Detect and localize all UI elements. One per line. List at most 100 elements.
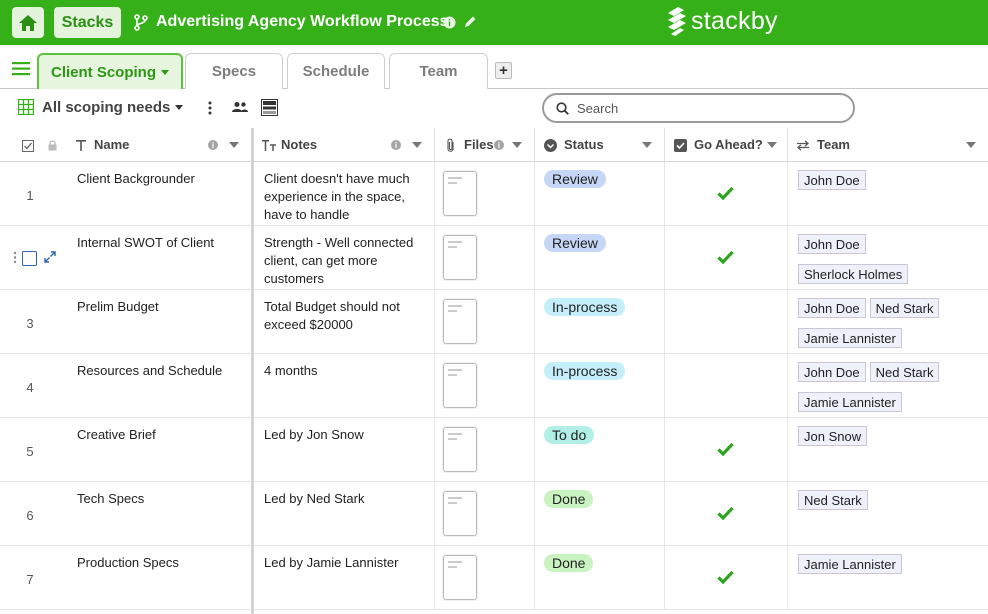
team-cell[interactable]: Ned Stark xyxy=(788,482,988,546)
files-cell[interactable] xyxy=(435,546,535,610)
file-thumbnail[interactable] xyxy=(443,235,477,280)
name-cell[interactable]: Client Backgrounder xyxy=(60,162,252,226)
add-tab-button[interactable]: + xyxy=(495,62,512,79)
view-selector[interactable]: All scoping needs xyxy=(42,99,170,116)
team-member-tag[interactable]: Jon Snow xyxy=(798,426,868,446)
team-cell[interactable]: John Doe Ned Stark Jamie Lannister xyxy=(788,354,988,418)
team-member-tag[interactable]: Jamie Lannister xyxy=(798,392,902,412)
team-cell[interactable]: Jamie Lannister xyxy=(788,546,988,610)
team-cell[interactable]: John Doe xyxy=(788,162,988,226)
frozen-column-divider[interactable] xyxy=(251,128,254,614)
team-member-tag[interactable]: John Doe xyxy=(798,298,866,318)
go-ahead-cell[interactable] xyxy=(665,418,788,482)
table-row[interactable]: Internal SWOT of Client Strength - Well c… xyxy=(0,226,988,290)
expand-row-icon[interactable] xyxy=(44,251,56,263)
info-icon[interactable]: i xyxy=(391,140,401,150)
team-member-tag[interactable]: John Doe xyxy=(798,170,866,190)
status-cell[interactable]: Review xyxy=(535,226,665,290)
notes-cell[interactable]: Led by Jamie Lannister xyxy=(254,546,435,610)
hamburger-icon[interactable] xyxy=(12,62,30,76)
row-height-icon[interactable] xyxy=(261,99,278,116)
info-icon[interactable]: i xyxy=(494,140,504,150)
name-cell[interactable]: Creative Brief xyxy=(60,418,252,482)
more-icon[interactable] xyxy=(208,101,212,115)
drag-handle-icon[interactable] xyxy=(13,251,17,264)
team-member-tag[interactable]: John Doe xyxy=(798,362,866,382)
search-input[interactable] xyxy=(577,100,837,116)
team-member-tag[interactable]: Ned Stark xyxy=(869,298,940,318)
tab-client-scoping[interactable]: Client Scoping xyxy=(37,53,183,89)
file-thumbnail[interactable] xyxy=(443,363,477,408)
people-icon[interactable] xyxy=(232,101,248,113)
chevron-down-icon[interactable] xyxy=(175,105,183,110)
table-row[interactable]: 5 Creative Brief Led by Jon Snow To do Jon S… xyxy=(0,418,988,482)
table-row[interactable]: 6 Tech Specs Led by Ned Stark Done Ned Stark xyxy=(0,482,988,546)
status-cell[interactable]: In-process xyxy=(535,354,665,418)
team-member-tag[interactable]: Jamie Lannister xyxy=(798,554,902,574)
tab-specs[interactable]: Specs xyxy=(185,53,283,89)
notes-cell[interactable]: Led by Ned Stark xyxy=(254,482,435,546)
files-cell[interactable] xyxy=(435,418,535,482)
files-cell[interactable] xyxy=(435,290,535,354)
chevron-down-icon[interactable] xyxy=(642,142,652,148)
chevron-down-icon[interactable] xyxy=(229,142,239,148)
status-cell[interactable]: Review xyxy=(535,162,665,226)
status-cell[interactable]: In-process xyxy=(535,290,665,354)
edit-icon[interactable] xyxy=(463,15,477,29)
column-header-status[interactable]: Status xyxy=(535,128,665,162)
info-icon[interactable] xyxy=(443,16,456,29)
go-ahead-cell[interactable] xyxy=(665,546,788,610)
name-cell[interactable]: Tech Specs xyxy=(60,482,252,546)
go-ahead-cell[interactable] xyxy=(665,226,788,290)
name-cell[interactable]: Prelim Budget xyxy=(60,290,252,354)
checkbox-icon[interactable] xyxy=(22,140,34,152)
table-row[interactable]: 3 Prelim Budget Total Budget should not ex… xyxy=(0,290,988,354)
row-checkbox[interactable] xyxy=(22,251,37,266)
table-row[interactable]: 7 Production Specs Led by Jamie Lannister D… xyxy=(0,546,988,610)
name-cell[interactable]: Resources and Schedule xyxy=(60,354,252,418)
team-member-tag[interactable]: Ned Stark xyxy=(798,490,868,510)
chevron-down-icon[interactable] xyxy=(966,142,976,148)
team-member-tag[interactable]: John Doe xyxy=(798,234,866,254)
status-cell[interactable]: Done xyxy=(535,482,665,546)
chevron-down-icon[interactable] xyxy=(512,142,522,148)
notes-cell[interactable]: Client doesn't have much experience in t… xyxy=(254,162,435,226)
team-cell[interactable]: John Doe Ned Stark Jamie Lannister xyxy=(788,290,988,354)
notes-cell[interactable]: Total Budget should not exceed $20000 xyxy=(254,290,435,354)
info-icon[interactable]: i xyxy=(208,140,218,150)
files-cell[interactable] xyxy=(435,354,535,418)
file-thumbnail[interactable] xyxy=(443,427,477,472)
column-header-team[interactable]: Team xyxy=(788,128,988,162)
notes-cell[interactable]: Strength - Well connected client, can ge… xyxy=(254,226,435,290)
team-member-tag[interactable]: Sherlock Holmes xyxy=(798,264,909,284)
tab-team[interactable]: Team xyxy=(389,53,488,89)
column-header-name[interactable]: Name i xyxy=(60,128,252,162)
team-member-tag[interactable]: Jamie Lannister xyxy=(798,328,902,348)
stacks-button[interactable]: Stacks xyxy=(54,7,121,38)
team-cell[interactable]: John Doe Sherlock Holmes xyxy=(788,226,988,290)
chevron-down-icon[interactable] xyxy=(767,142,777,148)
chevron-down-icon[interactable] xyxy=(412,142,422,148)
table-row[interactable]: 1 Client Backgrounder Client doesn't have … xyxy=(0,162,988,226)
notes-cell[interactable]: Led by Jon Snow xyxy=(254,418,435,482)
files-cell[interactable] xyxy=(435,482,535,546)
name-cell[interactable]: Production Specs xyxy=(60,546,252,610)
go-ahead-cell[interactable] xyxy=(665,354,788,418)
file-thumbnail[interactable] xyxy=(443,299,477,344)
team-cell[interactable]: Jon Snow xyxy=(788,418,988,482)
home-button[interactable] xyxy=(12,7,44,38)
file-thumbnail[interactable] xyxy=(443,171,477,216)
go-ahead-cell[interactable] xyxy=(665,290,788,354)
go-ahead-cell[interactable] xyxy=(665,482,788,546)
team-member-tag[interactable]: Ned Stark xyxy=(869,362,940,382)
go-ahead-cell[interactable] xyxy=(665,162,788,226)
files-cell[interactable] xyxy=(435,226,535,290)
column-header-notes[interactable]: Notes i xyxy=(254,128,435,162)
file-thumbnail[interactable] xyxy=(443,491,477,536)
files-cell[interactable] xyxy=(435,162,535,226)
table-row[interactable]: 4 Resources and Schedule 4 months In-proces… xyxy=(0,354,988,418)
notes-cell[interactable]: 4 months xyxy=(254,354,435,418)
name-cell[interactable]: Internal SWOT of Client xyxy=(60,226,252,290)
status-cell[interactable]: Done xyxy=(535,546,665,610)
status-cell[interactable]: To do xyxy=(535,418,665,482)
